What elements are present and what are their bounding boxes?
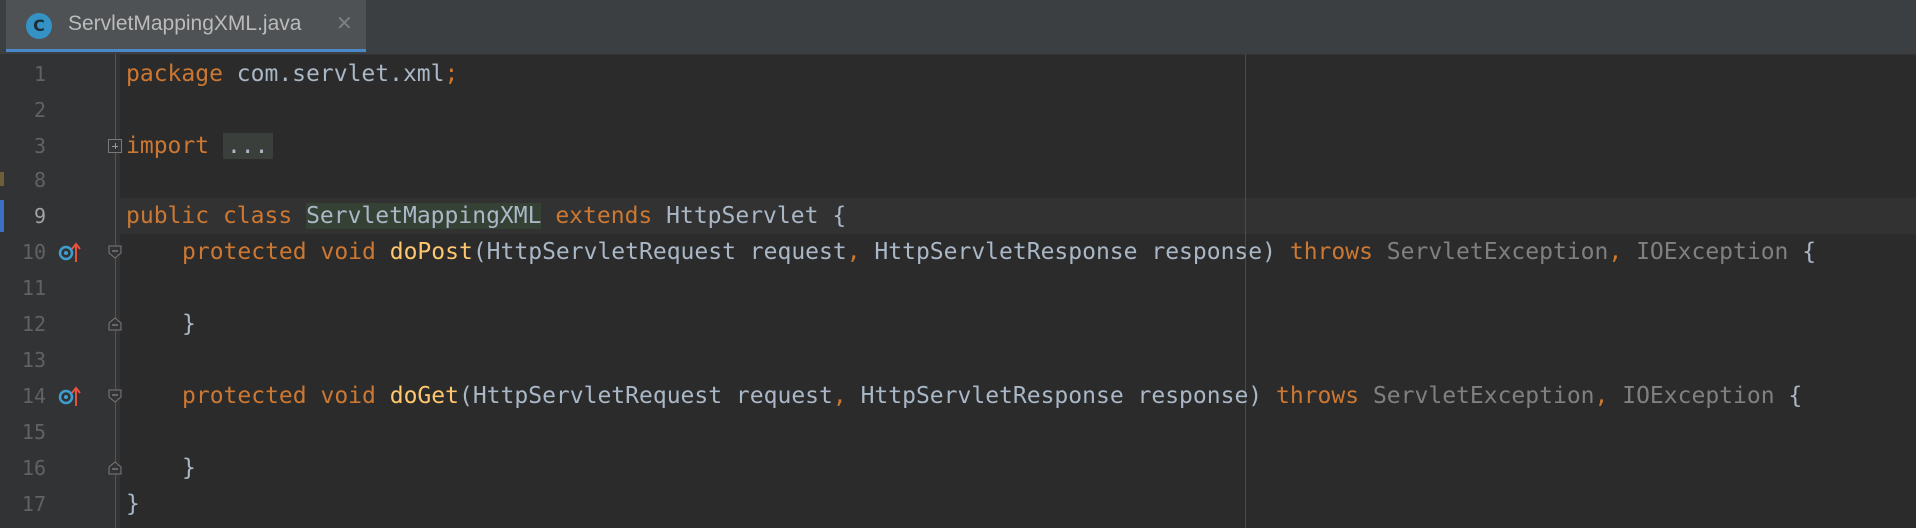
line-number: 13	[21, 348, 46, 372]
code-text: import ...	[126, 128, 273, 164]
code-line: 3 import ...	[0, 128, 1916, 164]
keyword: extends	[555, 203, 653, 229]
line-number: 1	[33, 62, 46, 86]
folded-imports[interactable]: ...	[222, 133, 273, 159]
code-line: 14 protected void doGet(HttpServletReque…	[0, 378, 1916, 414]
code-text: }	[182, 450, 196, 486]
line-number: 9	[33, 204, 46, 228]
params: HttpServletResponse response)	[860, 239, 1276, 265]
fold-end-icon[interactable]	[108, 317, 122, 331]
code-text: }	[182, 306, 196, 342]
package-name: com.servlet.xml	[236, 61, 445, 87]
override-icon[interactable]	[57, 240, 81, 264]
comma: ,	[832, 383, 847, 409]
java-class-icon: C	[26, 13, 52, 39]
keyword: protected	[182, 383, 307, 409]
keyword: package	[126, 61, 223, 87]
parent-class: HttpServlet	[666, 203, 819, 229]
code-line: 1 package com.servlet.xml;	[0, 56, 1916, 92]
params: (HttpServletRequest request	[472, 239, 847, 265]
params: (HttpServletRequest request	[458, 383, 833, 409]
line-number: 12	[21, 312, 46, 336]
line-number: 17	[21, 492, 46, 516]
keyword: protected	[182, 239, 307, 265]
brace: }	[182, 455, 196, 481]
fold-collapse-icon[interactable]	[108, 245, 122, 259]
brace: }	[182, 311, 196, 337]
exception: IOException	[1622, 383, 1775, 409]
editor-tab-bar: C ServletMappingXML.java ✕	[0, 0, 1916, 55]
brace: {	[1788, 383, 1803, 409]
keyword: throws	[1289, 239, 1373, 265]
keyword: throws	[1276, 383, 1360, 409]
line-number: 2	[33, 98, 46, 122]
method-name: doGet	[389, 383, 459, 409]
line-number: 10	[21, 240, 46, 264]
method-name: doPost	[389, 239, 473, 265]
exception: IOException	[1636, 239, 1789, 265]
fold-end-icon[interactable]	[108, 461, 122, 475]
code-line: 8	[0, 162, 1916, 198]
keyword: void	[320, 239, 376, 265]
code-line: 10 protected void doPost(HttpServletRequ…	[0, 234, 1916, 270]
comma: ,	[1594, 383, 1609, 409]
line-number: 8	[33, 168, 46, 192]
brace: {	[1802, 239, 1817, 265]
tab-file-name: ServletMappingXML.java	[68, 12, 302, 35]
line-number: 11	[21, 276, 46, 300]
semicolon: ;	[444, 61, 459, 87]
code-line: 15	[0, 414, 1916, 450]
code-line: 13	[0, 342, 1916, 378]
keyword: import	[126, 133, 210, 159]
keyword: void	[320, 383, 376, 409]
comma: ,	[1608, 239, 1623, 265]
code-text: protected void doPost(HttpServletRequest…	[182, 234, 1816, 270]
code-text: }	[126, 486, 140, 522]
code-text: public class ServletMappingXML extends H…	[126, 198, 846, 234]
code-line: 11	[0, 270, 1916, 306]
line-number: 16	[21, 456, 46, 480]
keyword: class	[222, 203, 293, 229]
code-line: 2	[0, 92, 1916, 128]
line-number: 15	[21, 420, 46, 444]
exception: ServletException	[1386, 239, 1609, 265]
class-name: ServletMappingXML	[306, 203, 542, 229]
close-icon[interactable]: ✕	[336, 11, 353, 35]
code-text: package com.servlet.xml;	[126, 56, 458, 92]
line-number: 14	[21, 384, 46, 408]
keyword: public	[126, 203, 210, 229]
exception: ServletException	[1372, 383, 1595, 409]
comma: ,	[846, 239, 861, 265]
line-number: 3	[33, 134, 46, 158]
fold-expand-icon[interactable]	[108, 139, 122, 153]
code-line-active: 9 public class ServletMappingXML extends…	[0, 198, 1916, 234]
override-icon[interactable]	[57, 384, 81, 408]
code-line: 16 }	[0, 450, 1916, 486]
code-text: protected void doGet(HttpServletRequest …	[182, 378, 1802, 414]
code-line: 12 }	[0, 306, 1916, 342]
params: HttpServletResponse response)	[846, 383, 1263, 409]
fold-collapse-icon[interactable]	[108, 389, 122, 403]
brace: }	[126, 491, 140, 517]
code-line: 17 }	[0, 486, 1916, 522]
tab-servlet-mapping-xml[interactable]: C ServletMappingXML.java ✕	[6, 0, 366, 52]
brace: {	[832, 203, 847, 229]
